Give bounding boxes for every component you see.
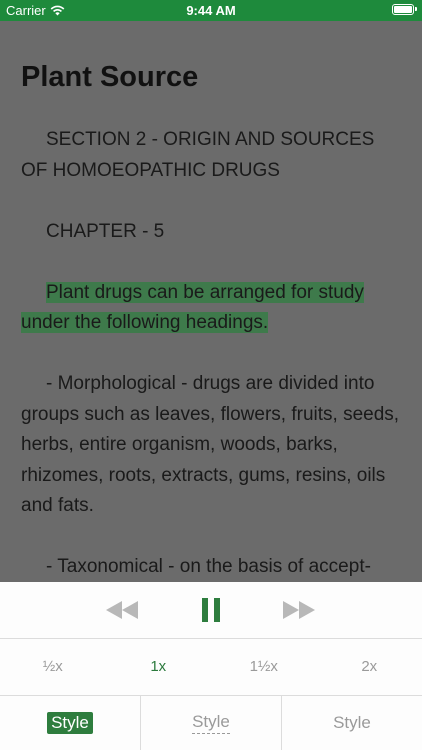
paragraph: CHAPTER - 5	[46, 220, 165, 242]
style-option-plain[interactable]: Style	[282, 696, 422, 750]
reader-body: SECTION 2 - ORIGIN AND SOURCES OF HOMOEO…	[21, 125, 405, 582]
battery-icon	[392, 4, 417, 15]
fast-forward-button[interactable]	[281, 596, 317, 624]
highlighted-sentence: Plant drugs can be arranged for study un…	[21, 281, 364, 333]
rewind-icon	[106, 601, 138, 619]
status-bar: Carrier 9:44 AM	[0, 0, 422, 21]
speed-option-2x[interactable]: 2x	[317, 639, 422, 695]
speed-option-half[interactable]: ½x	[0, 639, 106, 695]
paragraph: SECTION 2 - ORIGIN AND SOURCES OF HOMOEO…	[21, 129, 375, 181]
style-fill-label: Style	[47, 712, 93, 734]
clock: 9:44 AM	[186, 3, 236, 18]
player-controls: ½x 1x 1½x 2x Style Style Style	[0, 582, 422, 750]
transport-bar	[0, 582, 422, 639]
speed-selector: ½x 1x 1½x 2x	[0, 639, 422, 696]
highlight-style-selector: Style Style Style	[0, 696, 422, 750]
style-plain-label: Style	[333, 713, 371, 732]
paragraph-highlighted: Plant drugs can be arranged for study un…	[21, 278, 405, 339]
paragraph: - Taxonomical - on the basis of accept-	[46, 556, 371, 577]
paragraph: - Morphological - drugs are divided into…	[21, 373, 400, 516]
pause-button[interactable]	[199, 596, 223, 624]
speed-option-1x[interactable]: 1x	[106, 639, 212, 695]
style-option-fill[interactable]: Style	[0, 696, 141, 750]
page-title: Plant Source	[21, 61, 199, 93]
fast-forward-icon	[283, 601, 315, 619]
pause-icon	[202, 598, 220, 622]
rewind-button[interactable]	[104, 596, 140, 624]
reader-content[interactable]: Plant Source SECTION 2 - ORIGIN AND SOUR…	[0, 21, 422, 582]
speed-option-1-5x[interactable]: 1½x	[211, 639, 317, 695]
style-option-underline[interactable]: Style	[141, 696, 282, 750]
style-underline-label: Style	[192, 712, 230, 734]
